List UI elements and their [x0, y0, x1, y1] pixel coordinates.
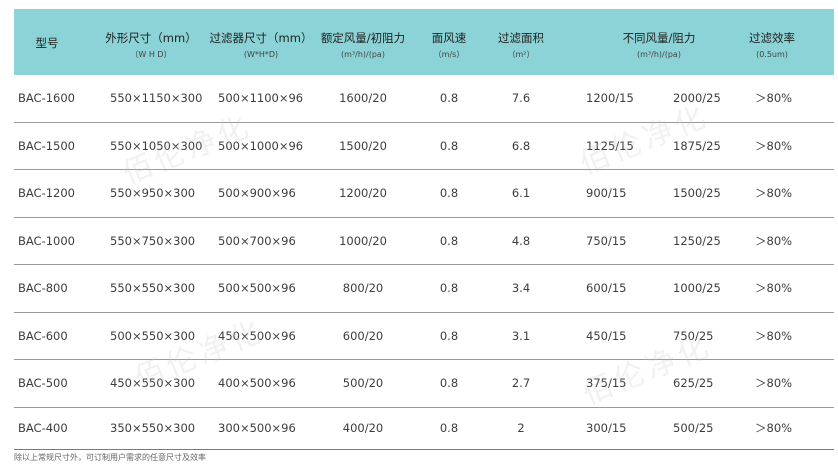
cell-model: BAC-1600 [18, 91, 76, 106]
cell-efficiency: ＞80% [755, 91, 793, 106]
cell-model: BAC-1000 [18, 233, 76, 248]
cell-rated: 1500/20 [339, 138, 387, 153]
cell-outer: 450×550×300 [110, 376, 196, 391]
cell-speed: 0.8 [439, 186, 459, 201]
cell-model: BAC-500 [18, 376, 68, 391]
cell-model: BAC-400 [18, 421, 68, 435]
cell-flow-high: 2000/25 [673, 91, 721, 106]
cell-area: 2.7 [511, 376, 531, 391]
cell-outer: 550×950×300 [110, 186, 196, 201]
cell-rated: 400/20 [342, 421, 384, 435]
cell-filter: 500×1100×96 [218, 91, 304, 106]
cell-area: 4.8 [511, 233, 531, 248]
cell-flow-high: 1875/25 [673, 138, 721, 153]
cell-area: 7.6 [511, 91, 531, 106]
cell-model: BAC-1200 [18, 186, 76, 201]
table-row: BAC-400 350×550×300 300×500×96 400/20 0.… [14, 408, 834, 450]
cell-outer: 550×750×300 [110, 233, 196, 248]
table-header: 型号 外形尺寸（mm） （W H D） 过滤器尺寸（mm） (W*H*D) 额定… [14, 9, 834, 75]
table-row: BAC-600 500×550×300 450×500×96 600/20 0.… [14, 313, 834, 360]
cell-efficiency: ＞80% [755, 186, 793, 201]
cell-efficiency: ＞80% [755, 233, 793, 248]
cell-speed: 0.8 [439, 328, 459, 343]
cell-flow-low: 375/15 [586, 376, 627, 391]
footnote: 除以上常规尺寸外，可订制用户需求的任意尺寸及效率 [14, 453, 206, 462]
header-filter-size: 过滤器尺寸（mm） (W*H*D) [209, 31, 313, 59]
header-rated-flow: 额定风量/初阻力 (m³/h)/(pa) [320, 31, 406, 59]
cell-area: 2 [517, 421, 525, 435]
cell-outer: 500×550×300 [110, 328, 196, 343]
cell-outer: 350×550×300 [110, 421, 196, 435]
cell-area: 6.8 [511, 138, 531, 153]
cell-filter: 300×500×96 [218, 421, 296, 435]
cell-flow-high: 500/25 [673, 421, 714, 435]
cell-rated: 1200/20 [339, 186, 387, 201]
cell-model: BAC-600 [18, 328, 68, 343]
cell-flow-low: 1125/15 [586, 138, 634, 153]
spec-table: 型号 外形尺寸（mm） （W H D） 过滤器尺寸（mm） (W*H*D) 额定… [14, 9, 834, 450]
cell-rated: 1000/20 [339, 233, 387, 248]
cell-outer: 550×1150×300 [110, 91, 203, 106]
cell-area: 6.1 [511, 186, 531, 201]
cell-rated: 500/20 [342, 376, 384, 391]
cell-rated: 1600/20 [339, 91, 387, 106]
cell-flow-low: 1200/15 [586, 91, 634, 106]
cell-flow-high: 625/25 [673, 376, 714, 391]
table-row: BAC-500 450×550×300 400×500×96 500/20 0.… [14, 360, 834, 408]
cell-efficiency: ＞80% [755, 328, 793, 343]
cell-flow-high: 1250/25 [673, 233, 721, 248]
table-row: BAC-1500 550×1050×300 500×1000×96 1500/2… [14, 123, 834, 170]
table-row: BAC-800 550×550×300 500×500×96 800/20 0.… [14, 265, 834, 313]
cell-filter: 500×900×96 [218, 186, 296, 201]
header-model: 型号 [35, 36, 59, 50]
cell-efficiency: ＞80% [755, 376, 793, 391]
cell-speed: 0.8 [439, 281, 459, 296]
header-face-velocity: 面风速 （m/s） [431, 31, 467, 59]
header-outer-size: 外形尺寸（mm） （W H D） [105, 31, 197, 59]
cell-speed: 0.8 [439, 376, 459, 391]
cell-efficiency: ＞80% [755, 138, 793, 153]
cell-flow-low: 450/15 [586, 328, 627, 343]
table-body: BAC-1600 550×1150×300 500×1100×96 1600/2… [14, 75, 834, 450]
header-filter-area: 过滤面积 （m²） [498, 31, 544, 59]
cell-speed: 0.8 [439, 91, 459, 106]
cell-speed: 0.8 [439, 421, 459, 435]
header-variable-flow: 不同风量/阻力 (m³/h)/(pa) [622, 31, 696, 59]
cell-model: BAC-800 [18, 281, 68, 296]
header-efficiency: 过滤效率 (0.5um) [749, 31, 795, 59]
cell-flow-high: 1500/25 [673, 186, 721, 201]
cell-filter: 500×700×96 [218, 233, 296, 248]
cell-speed: 0.8 [439, 233, 459, 248]
cell-filter: 500×500×96 [218, 281, 296, 296]
cell-flow-high: 750/25 [673, 328, 714, 343]
cell-outer: 550×1050×300 [110, 138, 203, 153]
cell-flow-low: 900/15 [586, 186, 627, 201]
table-row: BAC-1200 550×950×300 500×900×96 1200/20 … [14, 170, 834, 218]
cell-filter: 400×500×96 [218, 376, 296, 391]
cell-filter: 450×500×96 [218, 328, 296, 343]
cell-speed: 0.8 [439, 138, 459, 153]
cell-rated: 600/20 [342, 328, 384, 343]
cell-flow-high: 1000/25 [673, 281, 721, 296]
cell-area: 3.4 [511, 281, 531, 296]
cell-flow-low: 750/15 [586, 233, 627, 248]
cell-efficiency: ＞80% [755, 281, 793, 296]
table-row: BAC-1000 550×750×300 500×700×96 1000/20 … [14, 218, 834, 265]
cell-rated: 800/20 [342, 281, 384, 296]
cell-efficiency: ＞80% [755, 421, 793, 435]
cell-area: 3.1 [511, 328, 531, 343]
table-row: BAC-1600 550×1150×300 500×1100×96 1600/2… [14, 75, 834, 123]
cell-filter: 500×1000×96 [218, 138, 304, 153]
cell-flow-low: 600/15 [586, 281, 627, 296]
cell-outer: 550×550×300 [110, 281, 196, 296]
cell-flow-low: 300/15 [586, 421, 627, 435]
cell-model: BAC-1500 [18, 138, 76, 153]
